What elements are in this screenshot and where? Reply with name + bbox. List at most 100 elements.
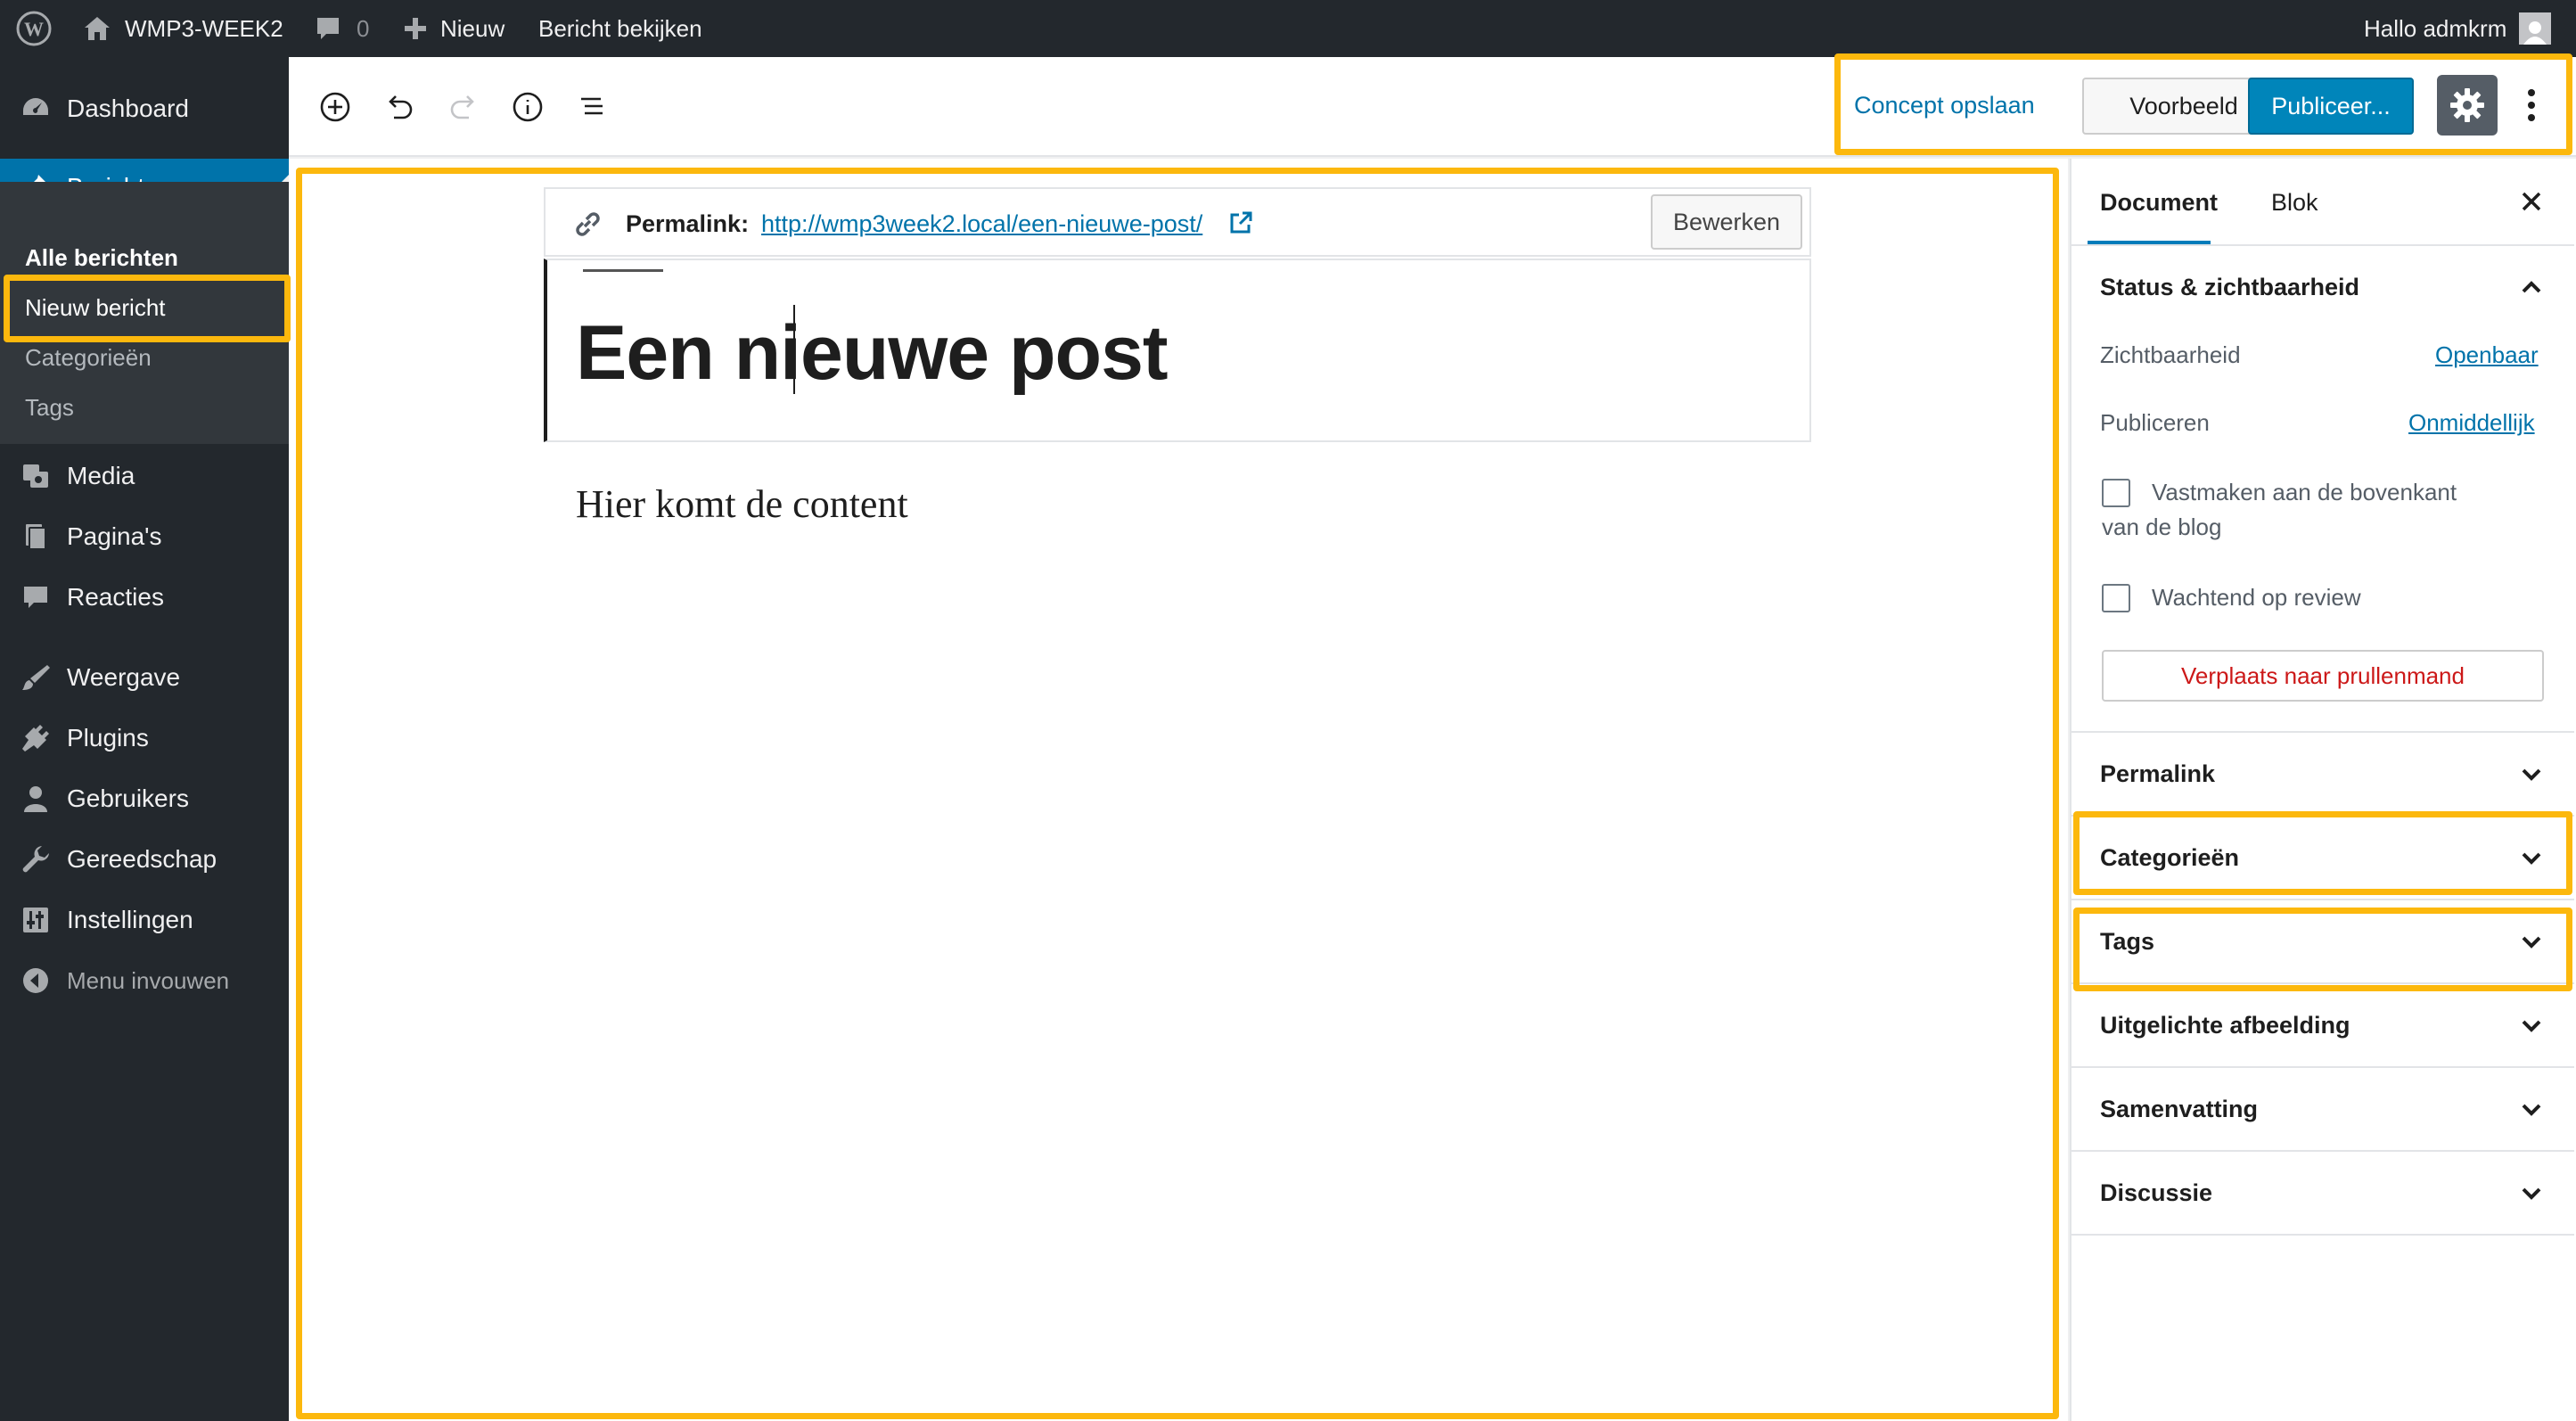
paintbrush-icon: [20, 661, 52, 694]
chevron-down-icon[interactable]: [2521, 763, 2542, 784]
sidebar-item-comments[interactable]: Reacties: [0, 567, 289, 628]
text-cursor: [793, 305, 795, 394]
sidebar-item-label: Dashboard: [67, 94, 189, 122]
permalink-url-link[interactable]: http://wmp3week2.local/een-nieuwe-post/: [761, 210, 1202, 238]
post-title-input[interactable]: Een nieuwe post: [576, 309, 1169, 398]
comments-link[interactable]: 0: [314, 0, 369, 57]
section-categories[interactable]: Categorieën: [2100, 844, 2239, 872]
permalink-bar: Permalink: http://wmp3week2.local/een-ni…: [544, 187, 1811, 257]
sidebar-item-dashboard[interactable]: Dashboard: [0, 78, 289, 139]
save-draft-button[interactable]: Concept opslaan: [1854, 92, 2035, 119]
greeting: Hallo admkrm: [2364, 14, 2507, 42]
sidebar-item-label: Reacties: [67, 583, 164, 611]
sidebar-item-appearance[interactable]: Weergave: [0, 647, 289, 708]
chevron-down-icon[interactable]: [2521, 931, 2542, 952]
wordpress-logo-icon[interactable]: W: [16, 0, 52, 57]
chevron-down-icon[interactable]: [2521, 1098, 2542, 1120]
vertical-ellipsis-icon: [2527, 87, 2536, 123]
sidebar-item-plugins[interactable]: Plugins: [0, 708, 289, 768]
plug-icon: [20, 722, 52, 754]
panel-divider: [2071, 244, 2574, 246]
sidebar-item-users[interactable]: Gebruikers: [0, 768, 289, 829]
post-content-paragraph[interactable]: Hier komt de content: [576, 481, 908, 527]
sidebar-item-label: Weergave: [67, 663, 181, 691]
sidebar-item-label: Instellingen: [67, 906, 193, 933]
panel-divider: [2071, 815, 2574, 817]
sidebar-item-label: Menu invouwen: [67, 966, 230, 994]
post-title-block[interactable]: Een nieuwe post: [544, 259, 1811, 442]
link-icon: [570, 207, 604, 241]
sidebar-item-pages[interactable]: Pagina's: [0, 506, 289, 567]
avatar: [2519, 12, 2552, 45]
publish-label: Publiceren: [2100, 409, 2210, 436]
sidebar-item-tools[interactable]: Gereedschap: [0, 829, 289, 890]
settings-toggle-button[interactable]: [2437, 75, 2498, 136]
pending-review-checkbox[interactable]: [2102, 584, 2130, 612]
user-icon: [20, 783, 52, 815]
close-panel-button[interactable]: [2517, 187, 2546, 216]
tab-block[interactable]: Blok: [2271, 189, 2318, 217]
comment-icon: [20, 581, 52, 613]
external-link-icon[interactable]: [1228, 210, 1253, 235]
add-block-button[interactable]: [312, 84, 358, 130]
redo-button[interactable]: [440, 84, 487, 130]
section-tags[interactable]: Tags: [2100, 928, 2154, 956]
pending-review-label: Wachtend op review: [2152, 584, 2361, 611]
title-drag-indicator: [583, 269, 663, 272]
sliders-icon: [20, 904, 52, 936]
plus-icon: [403, 16, 428, 41]
visibility-label: Zichtbaarheid: [2100, 341, 2241, 368]
section-permalink[interactable]: Permalink: [2100, 760, 2215, 788]
gear-icon: [2448, 86, 2487, 125]
dashboard-gauge-icon: [20, 93, 52, 125]
panel-divider: [2071, 899, 2574, 900]
panel-divider: [2071, 1150, 2574, 1152]
svg-text:W: W: [24, 18, 44, 40]
panel-divider: [2071, 1066, 2574, 1068]
view-post-link[interactable]: Bericht bekijken: [538, 0, 702, 57]
section-featured-image[interactable]: Uitgelichte afbeelding: [2100, 1012, 2350, 1039]
sidebar-item-settings[interactable]: Instellingen: [0, 890, 289, 950]
edit-permalink-button[interactable]: Bewerken: [1651, 194, 1802, 250]
publish-button[interactable]: Publiceer...: [2248, 78, 2414, 135]
sidebar-item-media[interactable]: Media: [0, 446, 289, 506]
visibility-value-link[interactable]: Openbaar: [2435, 341, 2539, 369]
submenu-categories[interactable]: Categorieën: [25, 344, 152, 372]
info-icon: [513, 92, 543, 122]
panel-divider: [2071, 982, 2574, 984]
chevron-down-icon[interactable]: [2521, 1182, 2542, 1203]
chevron-down-icon[interactable]: [2521, 847, 2542, 868]
submenu-new-post[interactable]: Nieuw bericht: [25, 294, 166, 322]
collapse-arrow-icon: [20, 965, 52, 997]
comments-count: 0: [357, 14, 370, 42]
section-discussion[interactable]: Discussie: [2100, 1179, 2212, 1207]
new-content-link[interactable]: Nieuw: [403, 0, 505, 57]
redo-icon: [450, 95, 474, 119]
submenu-tags[interactable]: Tags: [25, 394, 74, 422]
undo-button[interactable]: [376, 84, 422, 130]
comment-bubble-icon: [314, 14, 342, 43]
content-info-button[interactable]: [505, 84, 551, 130]
close-icon: [2522, 192, 2541, 211]
wrench-icon: [20, 843, 52, 875]
pages-icon: [20, 521, 52, 553]
chevron-up-icon[interactable]: [2521, 276, 2542, 298]
home-icon: [82, 13, 112, 44]
sidebar-item-label: Pagina's: [67, 522, 162, 550]
chevron-down-icon[interactable]: [2521, 1014, 2542, 1036]
sticky-label: Vastmaken aan de bovenkant van de blog: [2102, 479, 2457, 540]
block-navigation-button[interactable]: [569, 84, 615, 130]
new-label: Nieuw: [440, 14, 505, 42]
move-to-trash-button[interactable]: Verplaats naar prullenmand: [2102, 650, 2544, 702]
admin-bar: W WMP3-WEEK2 0 Nieuw Bericht bekijken Ha…: [0, 0, 2576, 57]
sidebar-item-label: Media: [67, 462, 135, 489]
collapse-menu-button[interactable]: Menu invouwen: [0, 950, 289, 1011]
section-excerpt[interactable]: Samenvatting: [2100, 1096, 2258, 1123]
section-status-visibility[interactable]: Status & zichtbaarheid: [2100, 274, 2359, 301]
site-home-link[interactable]: WMP3-WEEK2: [82, 0, 283, 57]
more-menu-button[interactable]: [2515, 78, 2547, 132]
submenu-all-posts[interactable]: Alle berichten: [25, 244, 178, 272]
tab-document[interactable]: Document: [2100, 189, 2218, 217]
publish-date-link[interactable]: Onmiddellijk: [2408, 409, 2535, 437]
account-menu[interactable]: Hallo admkrm: [2364, 0, 2552, 57]
